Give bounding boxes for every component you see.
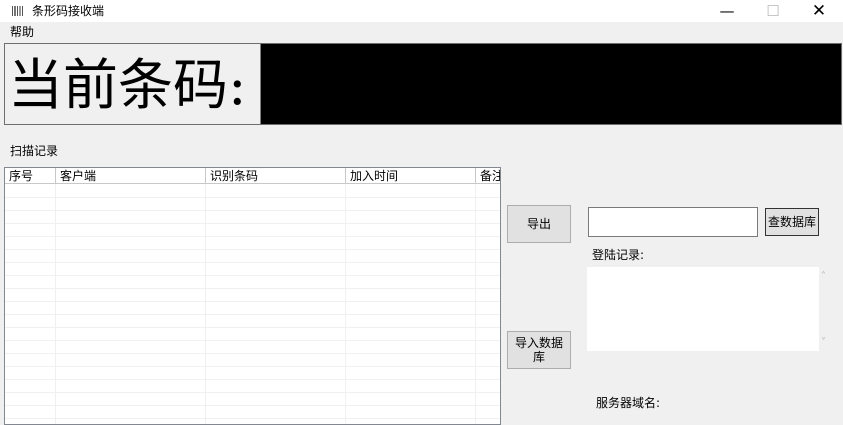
import-database-button[interactable]: 导入数据库 <box>507 331 571 369</box>
column-header-notes[interactable]: 备注 <box>476 168 500 184</box>
grid-line <box>205 184 206 424</box>
grid-line <box>5 418 500 419</box>
maximize-button[interactable]: ☐ <box>750 0 796 22</box>
grid-line <box>5 275 500 276</box>
barcode-icon <box>12 6 23 16</box>
chevron-down-icon[interactable]: ˅ <box>821 337 826 348</box>
grid-line <box>475 184 476 424</box>
scan-records-table[interactable]: 序号 客户端 识别条码 加入时间 备注 <box>4 167 501 425</box>
menu-item-help[interactable]: 帮助 <box>10 25 34 40</box>
grid-line <box>5 210 500 211</box>
grid-line <box>5 353 500 354</box>
grid-line <box>5 392 500 393</box>
query-input[interactable] <box>588 207 758 237</box>
grid-line <box>5 366 500 367</box>
grid-line <box>5 327 500 328</box>
minimize-button[interactable]: — <box>704 0 750 22</box>
column-header-client[interactable]: 客户端 <box>56 168 206 184</box>
login-records-textarea[interactable] <box>587 267 819 351</box>
grid-line <box>5 197 500 198</box>
grid-line <box>5 249 500 250</box>
grid-line <box>55 184 56 424</box>
window-title: 条形码接收端 <box>32 4 105 18</box>
server-domain-label: 服务器域名: <box>596 396 661 410</box>
current-barcode-label: 当前条码: <box>8 53 247 117</box>
column-header-added-time[interactable]: 加入时间 <box>346 168 476 184</box>
close-button[interactable]: ✕ <box>796 0 842 22</box>
grid-line <box>5 288 500 289</box>
chevron-up-icon[interactable]: ˄ <box>821 271 826 282</box>
column-header-barcode[interactable]: 识别条码 <box>206 168 346 184</box>
grid-line <box>5 262 500 263</box>
grid-line <box>5 236 500 237</box>
grid-line <box>5 379 500 380</box>
query-database-button[interactable]: 查数据库 <box>765 208 819 236</box>
grid-line <box>5 314 500 315</box>
current-barcode-display <box>260 44 841 124</box>
grid-line <box>5 405 500 406</box>
grid-line <box>345 184 346 424</box>
grid-line <box>5 223 500 224</box>
menu-bar <box>0 22 843 42</box>
column-header-index[interactable]: 序号 <box>5 168 56 184</box>
login-records-label: 登陆记录: <box>592 248 645 262</box>
export-button[interactable]: 导出 <box>507 205 571 243</box>
scan-records-label: 扫描记录 <box>10 144 59 158</box>
grid-line <box>5 340 500 341</box>
grid-line <box>5 301 500 302</box>
